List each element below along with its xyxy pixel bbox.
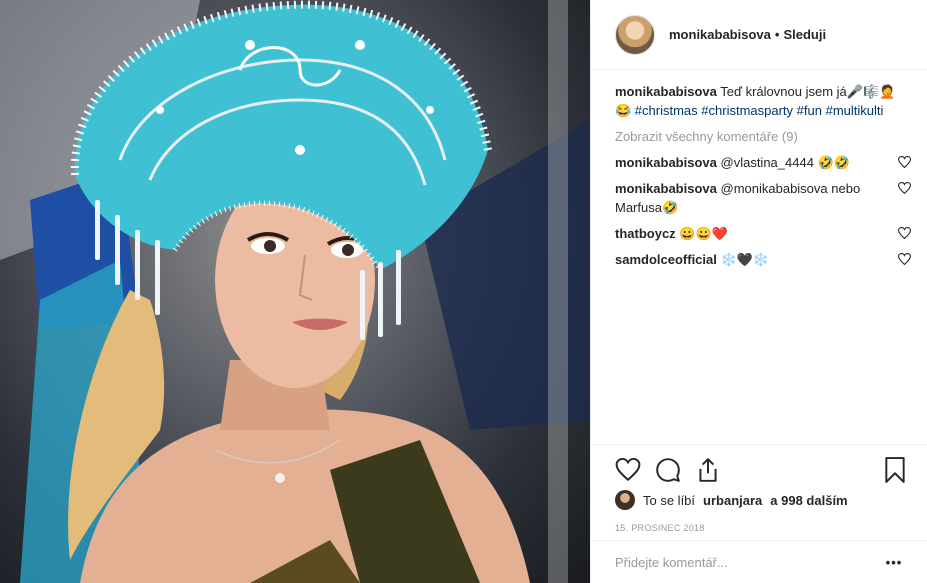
comment-text: @vlastina_4444 🤣🤣	[720, 155, 850, 170]
likes-user[interactable]: urbanjara	[703, 493, 762, 508]
comment-item: monikababisova @monikababisova nebo Marf…	[615, 179, 911, 217]
post-sidebar: monikababisova • Sleduji monikababisova …	[590, 0, 927, 583]
hashtag-christmas[interactable]: 😂 #christmas	[615, 103, 698, 118]
comments-list: monikababisova Teď královnou jsem já🎤🎼🤦 …	[615, 82, 911, 269]
comment-item: thatboycz 😀😀❤️	[615, 224, 911, 243]
heart-icon[interactable]	[898, 156, 911, 168]
liker-avatar[interactable]	[615, 490, 635, 510]
avatar[interactable]	[615, 14, 655, 55]
follow-button[interactable]: Sleduji	[783, 27, 826, 42]
hashtag-christmasparty[interactable]: #christmasparty	[701, 103, 793, 118]
comment-input[interactable]	[615, 554, 884, 570]
hashtag-multikulti[interactable]: #multikulti	[826, 103, 884, 118]
likes-prefix: To se líbí	[643, 492, 696, 508]
comment-username[interactable]: samdolceofficial	[615, 252, 717, 267]
more-options-icon[interactable]: •••	[884, 555, 904, 570]
hashtag-fun[interactable]: #fun	[797, 103, 822, 118]
add-comment-bar: •••	[591, 540, 927, 583]
comment-username[interactable]: monikababisova	[615, 155, 717, 170]
likes-summary: To se líbí urbanjara a 998 dalším	[615, 490, 848, 510]
comment-text: 😀😀❤️	[679, 226, 728, 241]
header-username[interactable]: monikababisova	[669, 27, 771, 42]
post-date[interactable]: 15. PROSINEC 2018	[615, 523, 705, 533]
comment-icon[interactable]	[655, 457, 681, 483]
comment-item: monikababisova @vlastina_4444 🤣🤣	[615, 153, 911, 172]
share-icon[interactable]	[695, 457, 721, 483]
caption-username[interactable]: monikababisova	[615, 84, 717, 99]
heart-icon[interactable]	[898, 227, 911, 239]
post-caption: monikababisova Teď královnou jsem já🎤🎼🤦 …	[615, 82, 911, 120]
heart-icon[interactable]	[898, 182, 911, 194]
caption-emoji: 🎤🎼🤦	[846, 84, 896, 99]
separator-dot: •	[774, 27, 780, 42]
comment-username[interactable]: monikababisova	[615, 181, 717, 196]
view-all-comments-link[interactable]: Zobrazit všechny komentáře (9)	[615, 128, 911, 146]
heart-icon[interactable]	[898, 253, 911, 265]
comment-username[interactable]: thatboycz	[615, 226, 676, 241]
comment-item: samdolceofficial ❄️🖤❄️	[615, 250, 911, 269]
comment-text: ❄️🖤❄️	[720, 252, 770, 267]
action-icons	[615, 457, 721, 483]
bookmark-icon[interactable]	[884, 457, 906, 483]
post-photo[interactable]	[0, 0, 590, 583]
like-heart-icon[interactable]	[615, 457, 641, 483]
likes-count[interactable]: a 998 dalším	[770, 493, 847, 508]
woman-portrait-image	[0, 0, 590, 583]
post-header: monikababisova • Sleduji	[591, 0, 927, 70]
post-dialog: monikababisova • Sleduji monikababisova …	[0, 0, 927, 583]
caption-text: Teď královnou jsem já	[720, 84, 847, 99]
